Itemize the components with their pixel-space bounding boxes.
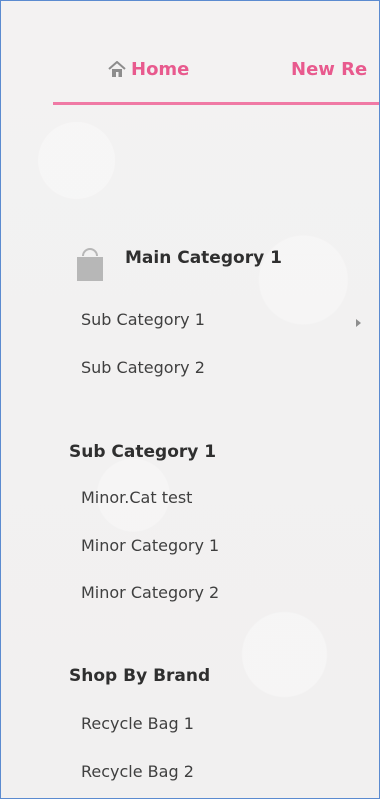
minor-category-item-1[interactable]: Minor.Cat test bbox=[81, 488, 192, 507]
main-category-title: Main Category 1 bbox=[125, 248, 282, 268]
new-releases-link[interactable]: New Re bbox=[291, 59, 367, 80]
brand-item-2[interactable]: Recycle Bag 2 bbox=[81, 762, 194, 781]
home-icon bbox=[108, 61, 126, 77]
top-navigation: Home New Re bbox=[1, 1, 379, 121]
sub-category-item-1[interactable]: Sub Category 1 bbox=[81, 310, 205, 329]
home-label: Home bbox=[131, 59, 190, 80]
shop-by-brand-title: Shop By Brand bbox=[69, 666, 211, 686]
minor-category-item-3[interactable]: Minor Category 2 bbox=[81, 583, 219, 602]
minor-category-item-2[interactable]: Minor Category 1 bbox=[81, 536, 219, 555]
expand-arrow-icon[interactable] bbox=[356, 319, 361, 327]
shopping-bag-icon bbox=[77, 248, 103, 281]
nav-underline bbox=[53, 102, 379, 105]
page-frame: Home New Re Main Category 1 Sub Category… bbox=[0, 0, 380, 799]
brand-item-1[interactable]: Recycle Bag 1 bbox=[81, 714, 194, 733]
sub-category-section-title: Sub Category 1 bbox=[69, 442, 217, 462]
sub-category-item-2[interactable]: Sub Category 2 bbox=[81, 358, 205, 377]
main-category-header: Main Category 1 bbox=[75, 244, 315, 284]
